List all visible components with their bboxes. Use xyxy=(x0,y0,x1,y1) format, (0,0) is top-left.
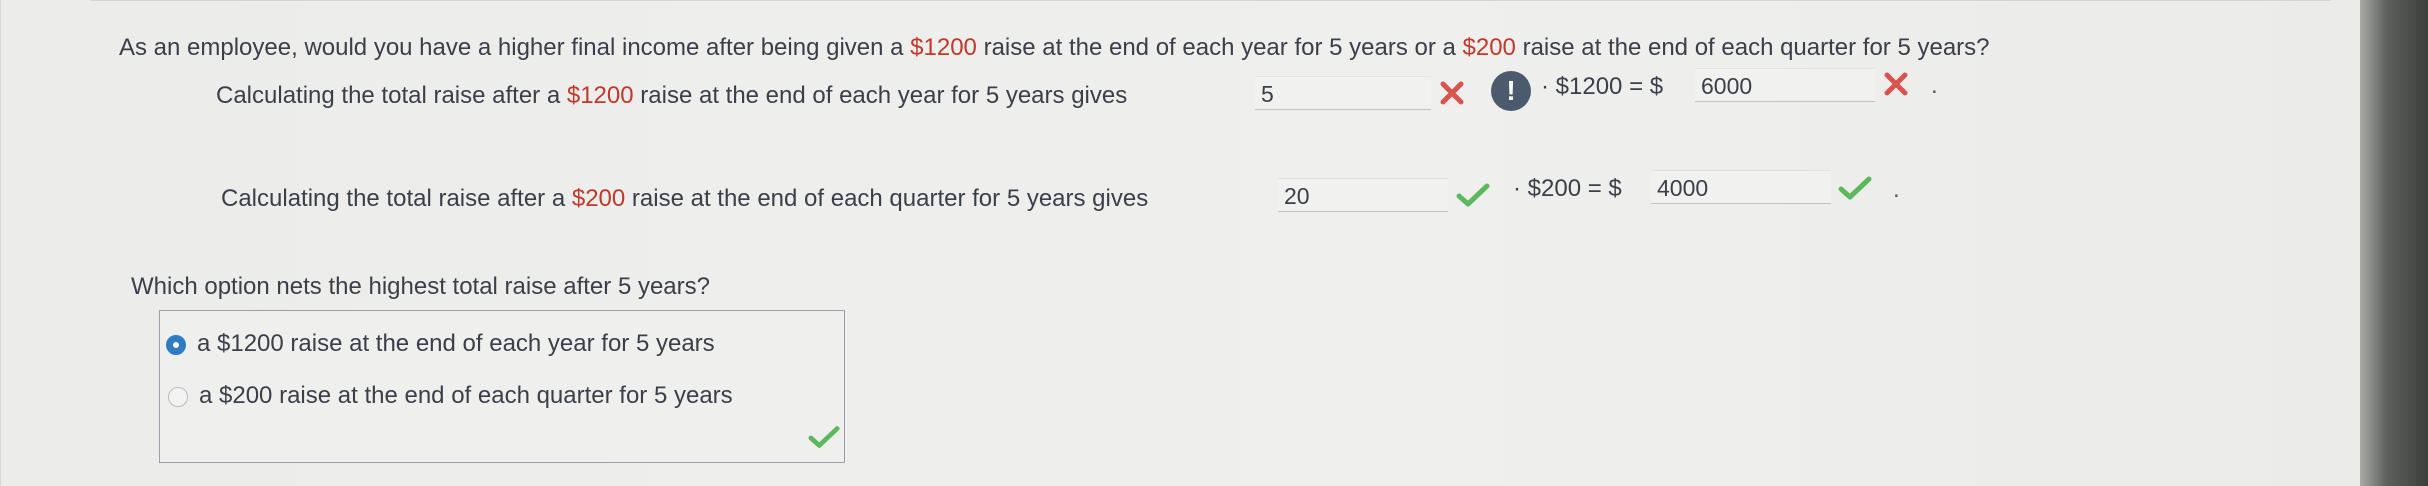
row1-total-input[interactable]: 6000 xyxy=(1695,68,1875,102)
correct-check-icon xyxy=(808,425,840,449)
row2-prefix: Calculating the total raise after a xyxy=(221,185,572,212)
row1-years-input[interactable]: 5 xyxy=(1255,76,1431,110)
row2-period: . xyxy=(1893,176,1900,203)
screen-edge xyxy=(2360,0,2428,486)
radio-option-2[interactable] xyxy=(168,387,188,407)
worksheet-page: As an employee, would you have a higher … xyxy=(0,0,2361,486)
row2-total-input[interactable]: 4000 xyxy=(1651,170,1831,204)
option-1-label[interactable]: a $1200 raise at the end of each year fo… xyxy=(197,329,715,359)
row2-amount: $200 xyxy=(571,185,626,212)
question-suffix: raise at the end of each quarter for 5 y… xyxy=(1515,34,1990,61)
which-label: Which option nets the highest total rais… xyxy=(131,273,710,300)
alert-icon[interactable]: ! xyxy=(1491,71,1531,111)
row2-text: Calculating the total raise after a $200… xyxy=(221,184,1148,214)
row1-suffix: raise at the end of each year for 5 year… xyxy=(633,82,1128,109)
divider xyxy=(91,0,2331,1)
question-amount-a: $1200 xyxy=(910,34,977,61)
row1-text: Calculating the total raise after a $120… xyxy=(216,81,1127,111)
row1-prefix: Calculating the total raise after a xyxy=(216,82,567,109)
row2-quarters-input[interactable]: 20 xyxy=(1278,178,1448,212)
correct-check-icon xyxy=(1838,176,1872,200)
answer-options-box: a $1200 raise at the end of each year fo… xyxy=(159,310,845,463)
question-prefix: As an employee, would you have a higher … xyxy=(119,34,911,61)
row1-amount: $1200 xyxy=(566,82,634,109)
radio-option-1[interactable] xyxy=(166,335,186,355)
row1-expression: · $1200 = $ xyxy=(1541,73,1664,100)
row2-expression: · $200 = $ xyxy=(1513,175,1622,202)
correct-check-icon xyxy=(1456,183,1490,207)
question-amount-b: $200 xyxy=(1462,34,1516,61)
option-2-label[interactable]: a $200 raise at the end of each quarter … xyxy=(199,381,733,411)
row1-period: . xyxy=(1931,72,1938,99)
question-middle: raise at the end of each year for 5 year… xyxy=(976,34,1463,61)
row2-suffix: raise at the end of each quarter for 5 y… xyxy=(625,185,1149,212)
question-text: As an employee, would you have a higher … xyxy=(119,33,1990,63)
incorrect-x-icon xyxy=(1883,71,1909,97)
incorrect-x-icon xyxy=(1439,80,1465,106)
